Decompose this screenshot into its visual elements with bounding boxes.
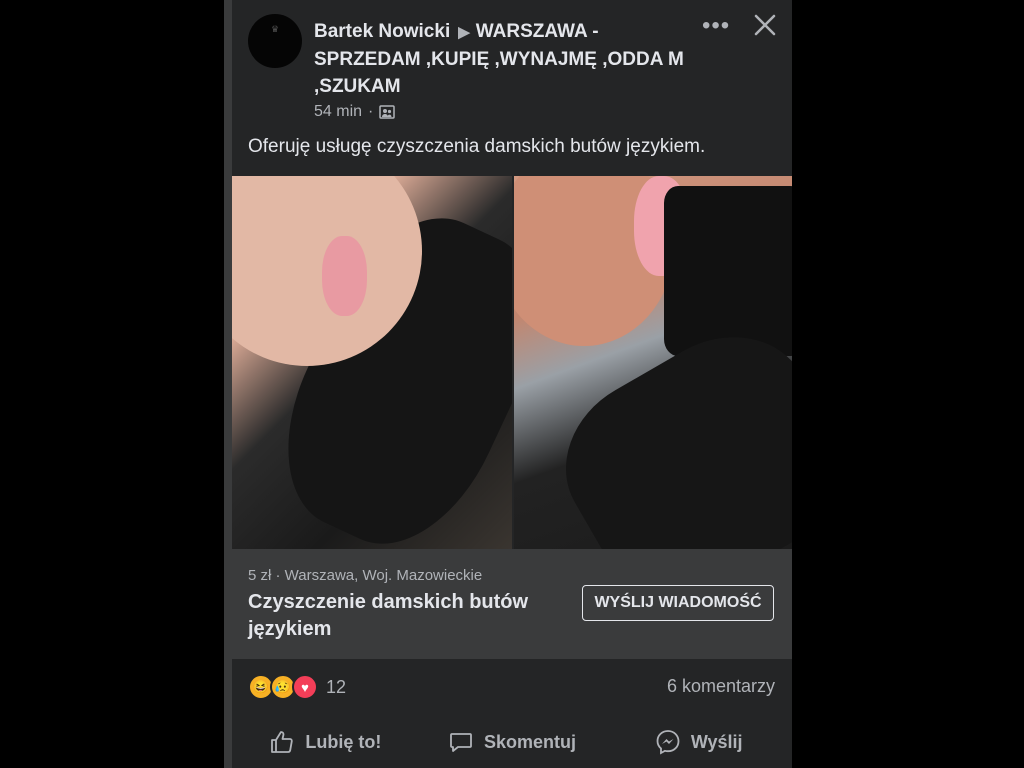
post-author-line: Bartek Nowicki ▶ WARSZAWA - SPRZEDAM ,KUPI… [314, 18, 694, 100]
post-time[interactable]: 54 min [314, 103, 362, 121]
photo-right[interactable] [514, 176, 792, 549]
arrow-right-icon: ▶ [458, 24, 470, 41]
left-edge [224, 0, 232, 768]
author-name[interactable]: Bartek Nowicki [314, 21, 450, 42]
thumbs-up-icon [271, 731, 294, 753]
comment-button[interactable]: Skomentuj [419, 720, 606, 764]
comments-count[interactable]: 6 komentarzy [667, 676, 775, 697]
love-reaction-icon: ♥ [292, 674, 318, 700]
like-label: Lubię to! [305, 731, 382, 752]
share-button[interactable]: Wyślij [605, 720, 792, 764]
post-actions: Lubię to! Skomentuj Wyślij [232, 720, 792, 764]
close-icon[interactable] [750, 10, 780, 40]
send-message-button[interactable]: WYŚLIJ WIADOMOŚĆ [582, 585, 774, 621]
crown-icon: ♛ [270, 24, 280, 34]
meta-separator: · [368, 103, 374, 120]
reactions-summary[interactable]: 😆 😥 ♥ 12 [248, 674, 346, 700]
messenger-icon [656, 730, 680, 755]
tongue-shape [322, 236, 367, 316]
listing-price-location: 5 zł · Warszawa, Woj. Mazowieckie [248, 567, 483, 584]
comment-bubble-icon [450, 733, 472, 752]
post-header: ♛ Bartek Nowicki ▶ WARSZAWA - SPRZEDAM ,KU… [232, 0, 792, 130]
avatar[interactable]: ♛ [248, 14, 302, 68]
post-meta: 54 min · [314, 103, 396, 121]
reaction-count: 12 [326, 676, 347, 697]
comment-label: Skomentuj [484, 731, 577, 752]
marketplace-listing: 5 zł · Warszawa, Woj. Mazowieckie Czyszc… [232, 549, 792, 659]
like-button[interactable]: Lubię to! [232, 720, 419, 764]
group-audience-icon [379, 105, 396, 119]
heel-shape [664, 186, 792, 356]
photo-grid [232, 176, 792, 549]
post-text: Oferuję usługę czyszczenia damskich butó… [248, 136, 706, 157]
share-label: Wyślij [690, 731, 743, 752]
more-icon[interactable]: ••• [702, 12, 730, 40]
photo-left[interactable] [232, 176, 512, 549]
post-card: ♛ Bartek Nowicki ▶ WARSZAWA - SPRZEDAM ,KU… [232, 0, 792, 768]
listing-title[interactable]: Czyszczenie damskich butów językiem [248, 589, 548, 643]
